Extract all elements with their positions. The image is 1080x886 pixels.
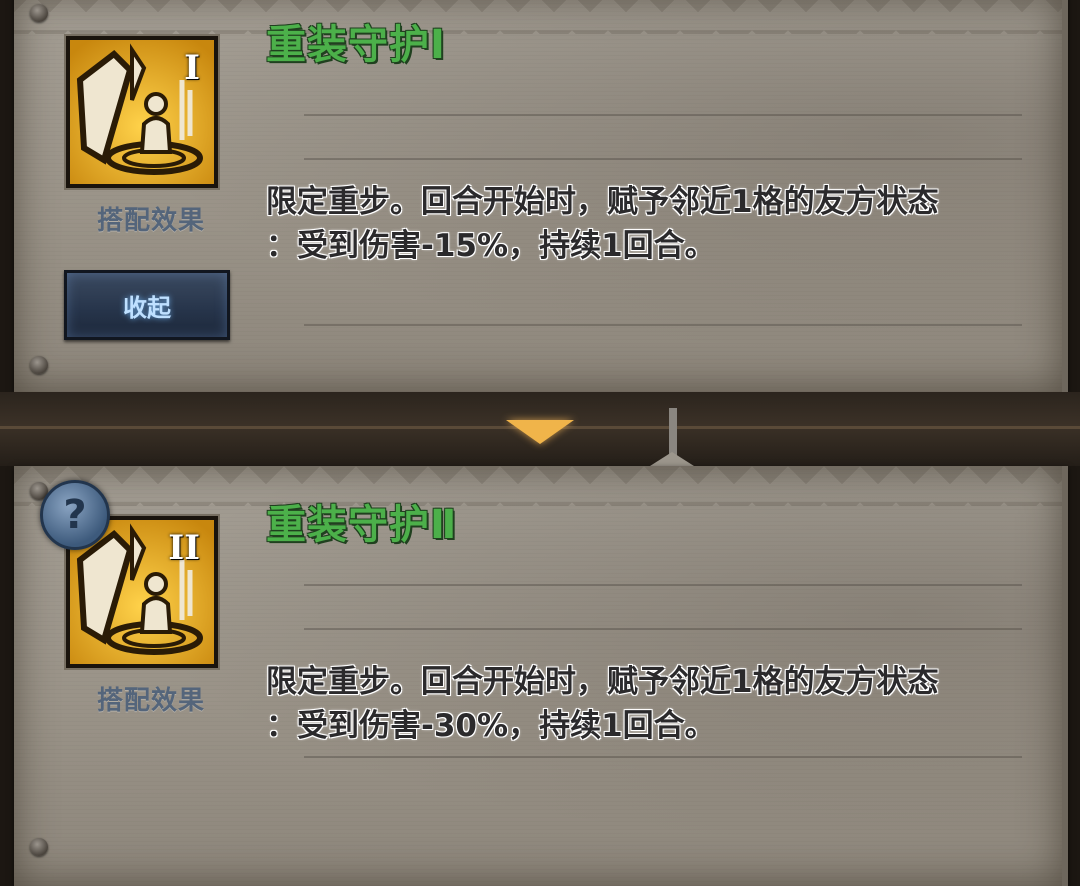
skill-description: 限定重步。回合开始时，赋予邻近1格的友方状态 ：受到伤害-15%，持续1回合。 — [266, 180, 1006, 268]
skill-tier-label: II — [168, 528, 200, 568]
skill-desc-line: ：受到伤害-30%，持续1回合。 — [266, 708, 716, 744]
skill-description: 限定重步。回合开始时，赋予邻近1格的友方状态 ：受到伤害-30%，持续1回合。 — [266, 660, 1006, 748]
divider-line — [304, 584, 1022, 586]
combo-effect-label: 搭配效果 — [96, 686, 205, 716]
collapse-button[interactable]: 收起 — [64, 270, 230, 340]
rivet — [30, 356, 48, 374]
divider-post — [669, 408, 677, 456]
question-icon[interactable]: ? — [40, 480, 110, 550]
combo-effect-label: 搭配效果 — [96, 206, 205, 236]
rivet — [30, 4, 48, 22]
divider-post-tip — [650, 452, 694, 466]
divider-line — [304, 158, 1022, 160]
chevron-down-icon[interactable] — [506, 420, 574, 444]
skill-desc-line: 限定重步。回合开始时，赋予邻近1格的友方状态 — [266, 664, 939, 700]
skill-title: 重装守护Ⅱ — [266, 502, 458, 548]
skill-title: 重装守护Ⅰ — [266, 22, 446, 68]
panel-decoration — [14, 0, 1062, 34]
rivet — [30, 838, 48, 856]
panel-decoration — [14, 466, 1062, 506]
skill-desc-line: ：受到伤害-15%，持续1回合。 — [266, 228, 716, 264]
divider-line — [304, 628, 1022, 630]
divider-line — [304, 756, 1022, 758]
skill-desc-line: 限定重步。回合开始时，赋予邻近1格的友方状态 — [266, 184, 939, 220]
divider-line — [304, 324, 1022, 326]
divider-line — [304, 114, 1022, 116]
guard-shield-icon: I — [66, 36, 218, 188]
skill-tier-label: I — [184, 48, 200, 88]
